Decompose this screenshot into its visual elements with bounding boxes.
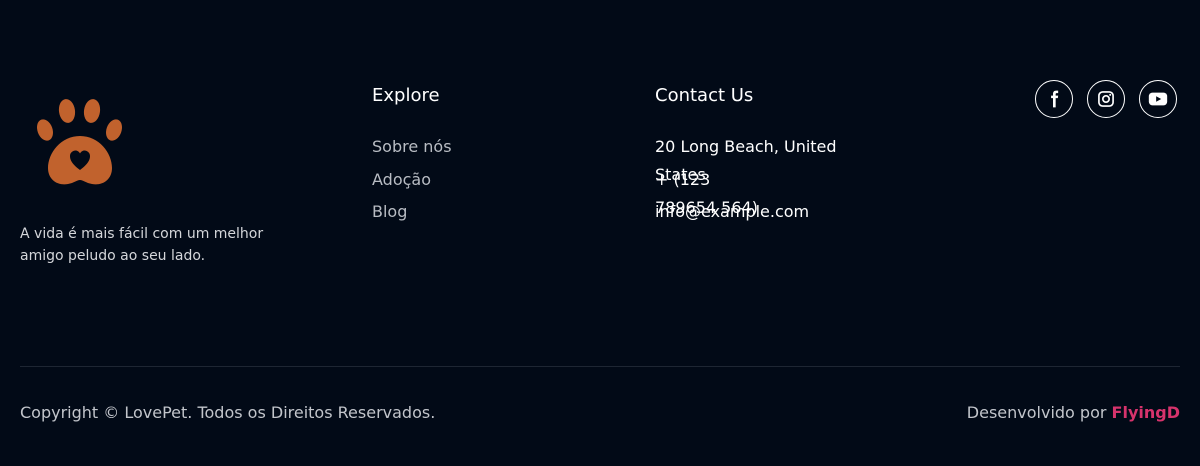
paw-logo-svg xyxy=(37,99,122,185)
developer-credit-prefix: Desenvolvido por xyxy=(966,403,1107,422)
developer-link[interactable]: FlyingD xyxy=(1112,403,1180,422)
explore-heading: Explore xyxy=(372,85,440,106)
instagram-icon xyxy=(1098,91,1114,107)
site-footer: A vida é mais fácil com um melhor amigo … xyxy=(0,0,1200,466)
developer-credit: Desenvolvido por FlyingD xyxy=(967,402,1180,424)
paw-heart-icon[interactable] xyxy=(36,98,126,188)
footer-divider xyxy=(20,366,1180,367)
youtube-icon xyxy=(1148,92,1168,106)
explore-link-sobre-nos[interactable]: Sobre nós xyxy=(372,136,462,158)
contact-heading: Contact Us xyxy=(655,85,754,106)
contact-email[interactable]: info@example.com xyxy=(655,198,855,226)
brand-tagline: A vida é mais fácil com um melhor amigo … xyxy=(20,226,264,264)
explore-link-blog[interactable]: Blog xyxy=(372,201,462,223)
facebook-button[interactable] xyxy=(1035,80,1073,118)
instagram-button[interactable] xyxy=(1087,80,1125,118)
explore-link-adocao[interactable]: Adoção xyxy=(372,169,462,191)
copyright-text: Copyright © LovePet. Todos os Direitos R… xyxy=(20,403,436,422)
facebook-icon xyxy=(1051,90,1059,108)
youtube-button[interactable] xyxy=(1139,80,1177,118)
